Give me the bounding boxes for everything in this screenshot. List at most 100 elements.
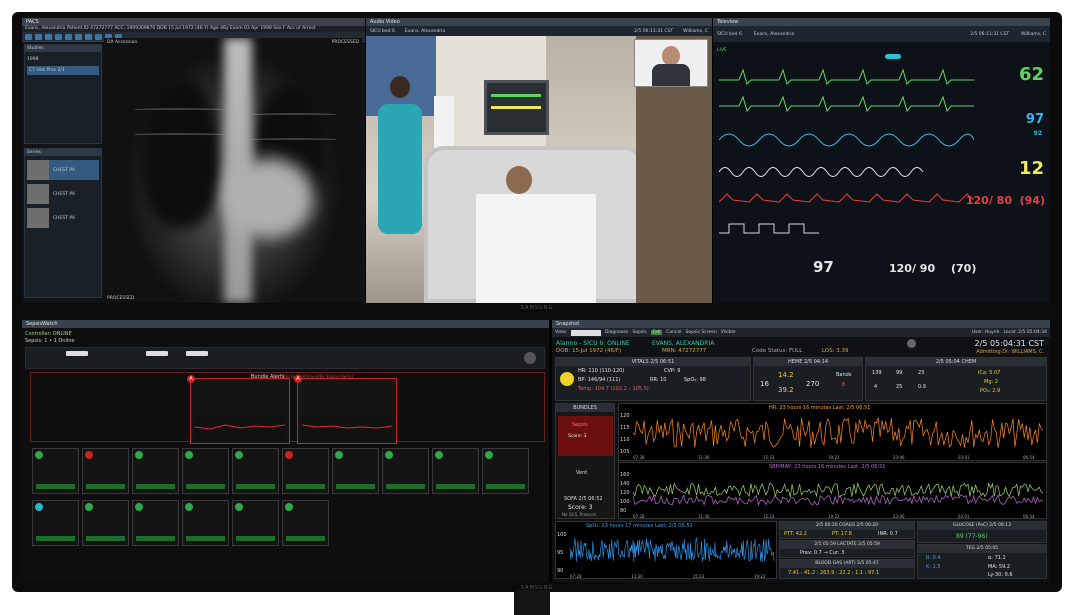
x-tick-label: 23:06 xyxy=(893,455,905,460)
y-tick-label: 120 xyxy=(620,413,630,419)
status-bar xyxy=(336,484,375,489)
series-thumb-1[interactable]: CHEST PA xyxy=(27,160,99,180)
rib xyxy=(134,133,224,136)
layout-icon[interactable] xyxy=(25,33,32,40)
snapshot-clock: 2/5 05:04:31 CST xyxy=(974,339,1044,348)
heart-shadow xyxy=(224,158,314,238)
status-bar xyxy=(286,484,325,489)
pan-icon[interactable] xyxy=(55,33,62,40)
status-bar xyxy=(386,484,425,489)
heme-hgb: 39.2 xyxy=(778,386,794,394)
sepsis-alert-score: Score: 3 xyxy=(568,434,587,439)
patient-card[interactable] xyxy=(82,448,129,494)
patient-card[interactable] xyxy=(382,448,429,494)
patient-card[interactable] xyxy=(32,500,79,546)
refresh-icon[interactable] xyxy=(524,352,536,364)
patient-card[interactable] xyxy=(482,448,529,494)
sepsis-tab[interactable]: Sepsis xyxy=(632,330,646,335)
y-tick-label: 115 xyxy=(620,425,630,431)
sepsis-alert-label: Sepsis xyxy=(572,422,589,428)
trend-line xyxy=(632,417,1044,448)
x-tick-label: 07:28 xyxy=(633,514,645,519)
resp-wave xyxy=(719,167,924,177)
bands-value: 8 xyxy=(842,382,846,388)
nurse-head xyxy=(390,76,410,98)
vent-label: Vent xyxy=(576,470,588,476)
status-circle xyxy=(285,451,293,459)
y-tick-label: 105 xyxy=(620,449,630,455)
patient-card[interactable] xyxy=(132,448,179,494)
status-circle xyxy=(35,451,43,459)
filter-dropdown[interactable] xyxy=(186,351,208,356)
patient-card[interactable] xyxy=(232,448,279,494)
patient-card[interactable] xyxy=(432,448,479,494)
temp-reading: Temp: 104.7 (102.2 – 105.5) xyxy=(578,386,649,392)
y-tick-label: 95 xyxy=(557,550,563,556)
rib xyxy=(252,138,337,141)
status-circle xyxy=(235,451,243,459)
monitor-frame: PACS Evans, Alexandria Patient ID 472727… xyxy=(12,12,1062,592)
sofa-score: Score: 3 xyxy=(568,504,593,511)
series-thumb-2[interactable]: CHEST PA xyxy=(27,184,99,204)
left-lung xyxy=(142,78,220,228)
view-dropdown[interactable] xyxy=(570,329,601,336)
spo2-trend-chart[interactable]: SpO₂: 23 hours 17 minutes Last: 2/5 06:5… xyxy=(555,521,777,579)
x-tick-label: 15:23 xyxy=(693,574,705,579)
video-time: 2/5 06:11:31 CST xyxy=(634,28,674,34)
patient-card[interactable] xyxy=(332,448,379,494)
filter-dropdown[interactable] xyxy=(66,351,88,356)
x-tick-label: 06:54 xyxy=(1023,455,1035,460)
sbp-trend-chart[interactable]: SBP/MAP: 23 hours 16 minutes Last: 2/5 0… xyxy=(618,462,1047,519)
vitals-header: VITALS 2/5 06:51 xyxy=(556,358,750,366)
mg-value: Mg: 2 xyxy=(984,379,998,385)
y-tick-label: 120 xyxy=(620,490,630,496)
patient-card[interactable] xyxy=(182,448,229,494)
patient-card[interactable] xyxy=(32,448,79,494)
flip-icon[interactable] xyxy=(95,33,102,40)
series-header: Series xyxy=(25,149,101,156)
patient-card[interactable] xyxy=(282,500,329,546)
cancel-tab[interactable]: Cancel xyxy=(666,330,681,335)
chem-na: 139 xyxy=(872,370,882,376)
status-bar xyxy=(236,484,275,489)
abp-wave xyxy=(719,193,974,203)
video-patient: Evans, Alexandria xyxy=(404,28,446,34)
rotate-icon[interactable] xyxy=(85,33,92,40)
sepsis-alert-box[interactable]: Sepsis Score: 3 xyxy=(558,416,613,456)
patient-card[interactable] xyxy=(232,500,279,546)
chest-xray-image[interactable]: DX Accession PROCESSED PROCESSED xyxy=(104,38,362,303)
window-level-icon[interactable] xyxy=(65,33,72,40)
series-thumb-3[interactable]: CHEST PA xyxy=(27,208,99,228)
status-bar xyxy=(436,484,475,489)
study-row[interactable]: CT Hist Proc 2/1 xyxy=(27,66,99,75)
fall-tab[interactable]: Fall xyxy=(650,330,663,335)
info-icon[interactable] xyxy=(907,339,916,348)
blood-gas-section: BLOOD GAS (ART) 2/5 05:47 7.41 : 41.2 : … xyxy=(779,559,915,579)
patient-card[interactable] xyxy=(282,448,329,494)
live-toggle[interactable] xyxy=(885,54,901,59)
blood-gas-values: 7.41 : 41.2 : 263.9 : 22.2 : 1.1 : 97.1 xyxy=(788,570,880,576)
tele-clinician: Williams, C xyxy=(1021,31,1046,37)
chem-bun: 23 xyxy=(918,370,925,376)
hr-trend-chart[interactable]: HR: 23 hours 16 minutes Last: 2/5 06:51 … xyxy=(618,403,1047,461)
filter-dropdown[interactable] xyxy=(146,351,168,356)
visible-tab[interactable]: Visible xyxy=(721,330,736,335)
video-title: Audio Video xyxy=(366,18,712,26)
grid-icon[interactable] xyxy=(35,33,42,40)
sepsis-screen-tab[interactable]: Sepsis Screen xyxy=(685,330,716,335)
patient-card[interactable] xyxy=(182,500,229,546)
bundle-alert-card-1[interactable]: A xyxy=(187,375,290,444)
bp-reading: BP: 146/94 (111) xyxy=(578,377,621,383)
bundle-alert-card-2[interactable]: A xyxy=(294,375,397,444)
patient-card[interactable] xyxy=(82,500,129,546)
patient-card[interactable] xyxy=(132,500,179,546)
zoom-icon[interactable] xyxy=(45,33,52,40)
bundles-section: BUNDLES Sepsis Score: 3 Vent SOFA 2/5 06… xyxy=(555,403,615,519)
rr-reading: RR: 10 xyxy=(650,377,667,383)
status-circle xyxy=(135,503,143,511)
ecg-wave-2 xyxy=(719,95,974,113)
video-feed[interactable] xyxy=(366,36,712,303)
measure-icon[interactable] xyxy=(75,33,82,40)
snapshot-title: Snapshot xyxy=(552,320,1050,328)
temp-value: 97 xyxy=(813,258,834,276)
